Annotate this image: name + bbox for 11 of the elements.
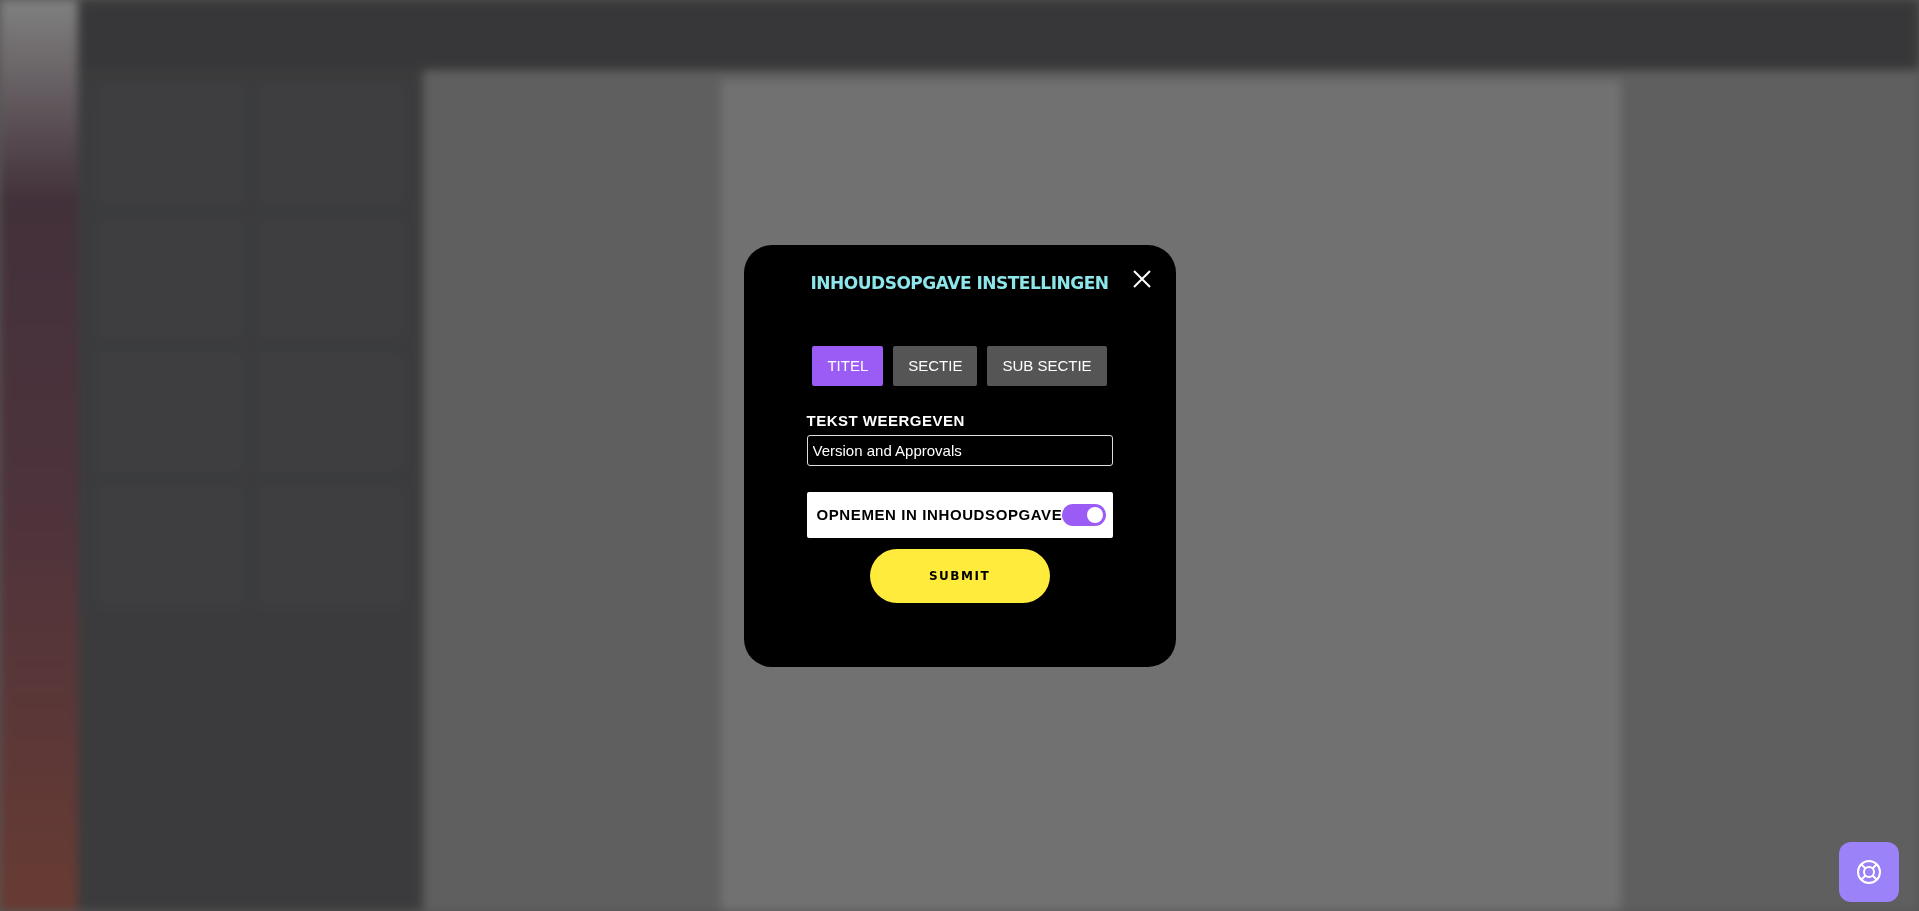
- tab[interactable]: TITEL: [812, 345, 884, 386]
- help-button[interactable]: [1839, 842, 1899, 902]
- lifebuoy-icon: [1856, 859, 1882, 885]
- toggle-switch[interactable]: [1062, 503, 1107, 526]
- tab[interactable]: SUB SECTIE: [987, 345, 1107, 386]
- field-label: TEKST WEERGEVEN: [806, 411, 966, 429]
- tab[interactable]: SECTIE: [893, 345, 978, 386]
- input-field[interactable]: Version and Approvals: [806, 434, 1113, 466]
- toggle-label: OPNEMEN IN INHOUDSOPGAVE: [816, 506, 1063, 523]
- submit-button[interactable]: SUBMIT: [869, 548, 1050, 603]
- dialog-title: INHOUDSOPGAVE INSTELLINGEN: [810, 272, 1109, 293]
